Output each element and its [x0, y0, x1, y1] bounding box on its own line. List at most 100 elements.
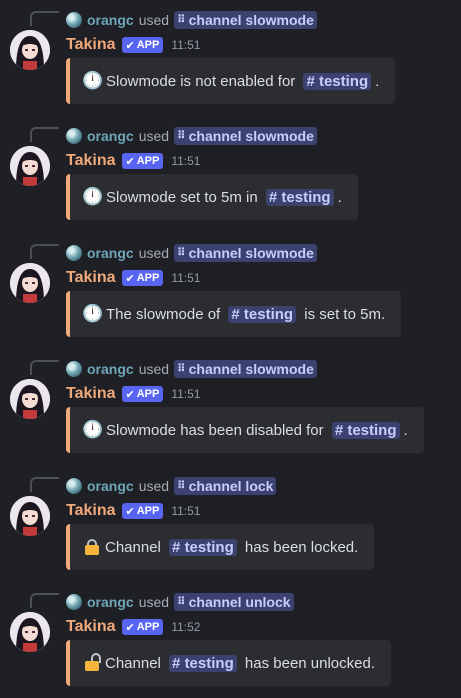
clock-icon: 🕛	[82, 304, 104, 323]
channel-name: testing	[347, 421, 397, 439]
message-header: Takina ✔ APP 11:51	[66, 34, 200, 56]
command-name: channel slowmode	[188, 128, 314, 144]
message: orangc used ⠿ channel unlock Takina ✔ AP…	[0, 582, 461, 698]
channel-name: testing	[184, 538, 234, 556]
reference-used-label: used	[138, 594, 170, 610]
bot-avatar[interactable]	[10, 146, 50, 186]
author-name[interactable]: Takina	[66, 502, 116, 520]
badge-label: APP	[136, 155, 160, 167]
bot-avatar[interactable]	[10, 263, 50, 303]
reference-username[interactable]: orangc	[87, 128, 134, 144]
author-name[interactable]: Takina	[66, 36, 116, 54]
chat-log: orangc used ⠿ channel slowmode Takina ✔	[0, 0, 461, 692]
command-mention[interactable]: ⠿ channel slowmode	[174, 11, 317, 29]
author-name[interactable]: Takina	[66, 269, 116, 287]
app-badge: ✔ APP	[121, 153, 164, 169]
command-name: channel slowmode	[188, 245, 314, 261]
clock-icon: 🕛	[82, 71, 104, 90]
channel-mention[interactable]: # testing	[228, 305, 297, 323]
author-name[interactable]: Takina	[66, 385, 116, 403]
reply-spine	[30, 477, 59, 492]
bot-avatar[interactable]	[10, 612, 50, 652]
command-reference[interactable]: orangc used ⠿ channel slowmode	[66, 10, 317, 30]
user-avatar[interactable]	[66, 478, 82, 494]
command-reference[interactable]: orangc used ⠿ channel slowmode	[66, 359, 317, 379]
channel-hash: #	[172, 538, 181, 556]
user-avatar[interactable]	[66, 128, 82, 144]
embed-text: Slowmode has been disabled for	[106, 421, 328, 439]
command-reference[interactable]: orangc used ⠿ channel slowmode	[66, 243, 317, 263]
author-name[interactable]: Takina	[66, 618, 116, 636]
embed: 🕛 Slowmode has been disabled for # testi…	[66, 407, 424, 453]
channel-hash: #	[268, 188, 278, 206]
embed-text: Slowmode is not enabled for	[106, 72, 300, 90]
author-name[interactable]: Takina	[66, 152, 116, 170]
reference-username[interactable]: orangc	[87, 594, 134, 610]
app-badge: ✔ APP	[121, 386, 164, 402]
message-header: Takina ✔ APP 11:52	[66, 616, 200, 638]
timestamp[interactable]: 11:51	[171, 154, 200, 168]
bot-avatar[interactable]	[10, 30, 50, 70]
channel-name: testing	[318, 72, 369, 90]
command-reference[interactable]: orangc used ⠿ channel lock	[66, 476, 277, 496]
embed: Channel # testing has been locked.	[66, 524, 375, 570]
app-badge: ✔ APP	[121, 503, 164, 519]
reference-used-label: used	[138, 128, 170, 144]
embed-text: The slowmode of	[106, 305, 225, 323]
user-avatar[interactable]	[66, 245, 82, 261]
channel-mention[interactable]: # testing	[331, 421, 400, 439]
slash-command-icon: ⠿	[177, 130, 186, 142]
reference-used-label: used	[138, 361, 170, 377]
badge-label: APP	[136, 272, 160, 284]
embed-text: Channel	[105, 654, 166, 672]
user-avatar[interactable]	[66, 361, 82, 377]
reference-username[interactable]: orangc	[87, 245, 134, 261]
reference-username[interactable]: orangc	[87, 12, 134, 28]
bot-avatar[interactable]	[10, 379, 50, 419]
command-mention[interactable]: ⠿ channel slowmode	[174, 127, 317, 145]
badge-label: APP	[136, 388, 160, 400]
message-header: Takina ✔ APP 11:51	[66, 150, 200, 172]
reference-used-label: used	[138, 12, 170, 28]
slash-command-icon: ⠿	[177, 14, 186, 26]
channel-mention[interactable]: # testing	[169, 654, 237, 672]
command-mention[interactable]: ⠿ channel unlock	[174, 593, 294, 611]
badge-label: APP	[136, 621, 160, 633]
channel-mention[interactable]: # testing	[265, 188, 334, 206]
bot-avatar[interactable]	[10, 496, 50, 536]
reply-spine	[30, 593, 59, 608]
timestamp[interactable]: 11:52	[171, 620, 200, 634]
timestamp[interactable]: 11:51	[171, 504, 200, 518]
reference-username[interactable]: orangc	[87, 361, 134, 377]
check-icon: ✔	[125, 621, 135, 634]
command-reference[interactable]: orangc used ⠿ channel slowmode	[66, 126, 317, 146]
slash-command-icon: ⠿	[177, 247, 186, 259]
channel-mention[interactable]: # testing	[303, 72, 372, 90]
reference-username[interactable]: orangc	[87, 478, 134, 494]
timestamp[interactable]: 11:51	[171, 38, 200, 52]
channel-name: testing	[184, 654, 234, 672]
embed-text: Slowmode set to 5m in	[106, 188, 262, 206]
command-reference[interactable]: orangc used ⠿ channel unlock	[66, 592, 294, 612]
badge-label: APP	[136, 505, 160, 517]
embed: 🕛 The slowmode of # testing is set to 5m…	[66, 291, 402, 337]
slash-command-icon: ⠿	[177, 596, 186, 608]
timestamp[interactable]: 11:51	[171, 387, 200, 401]
command-mention[interactable]: ⠿ channel lock	[174, 477, 277, 495]
channel-mention[interactable]: # testing	[169, 538, 237, 556]
reference-used-label: used	[138, 245, 170, 261]
check-icon: ✔	[125, 388, 135, 401]
embed-text: Channel	[105, 538, 166, 556]
reply-spine	[30, 244, 59, 259]
command-mention[interactable]: ⠿ channel slowmode	[174, 244, 317, 262]
command-name: channel slowmode	[188, 361, 314, 377]
channel-name: testing	[281, 188, 331, 206]
command-mention[interactable]: ⠿ channel slowmode	[174, 360, 317, 378]
user-avatar[interactable]	[66, 594, 82, 610]
message: orangc used ⠿ channel slowmode Takina ✔	[0, 233, 461, 349]
timestamp[interactable]: 11:51	[171, 271, 200, 285]
check-icon: ✔	[125, 272, 135, 285]
user-avatar[interactable]	[66, 12, 82, 28]
app-badge: ✔ APP	[121, 37, 164, 53]
embed: Channel # testing has been unlocked.	[66, 640, 392, 686]
